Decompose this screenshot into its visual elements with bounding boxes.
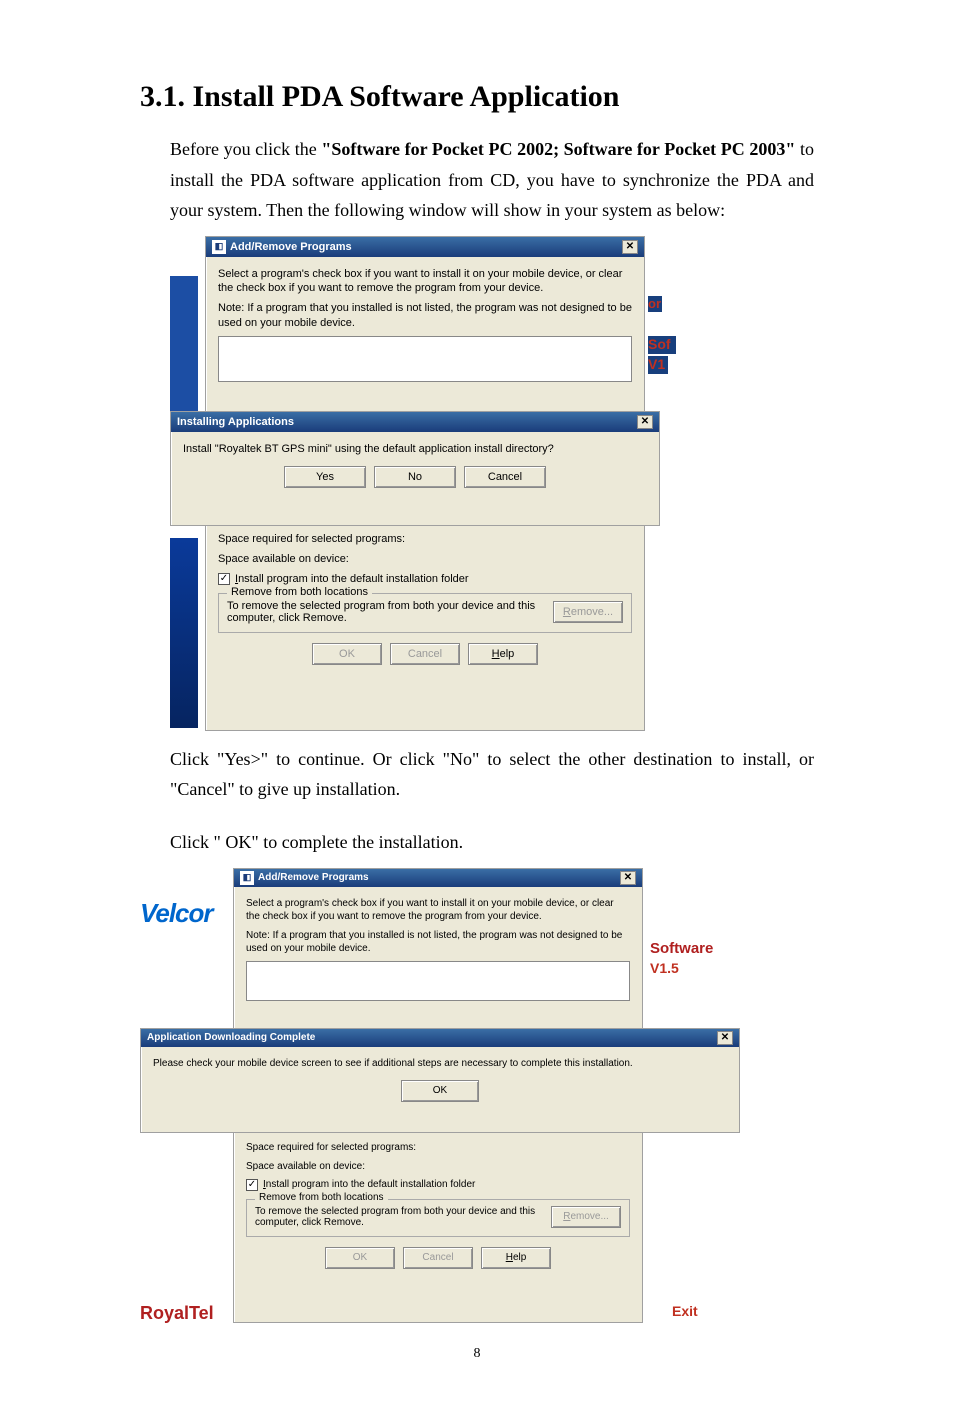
bg-software: Software xyxy=(650,940,713,957)
bg-v15: V1.5 xyxy=(650,960,679,976)
remove-text: To remove the selected program from both… xyxy=(255,1206,545,1228)
no-button[interactable]: No xyxy=(374,466,456,488)
cancel-button[interactable]: Cancel xyxy=(403,1247,473,1269)
desc2: Note: If a program that you installed is… xyxy=(246,929,630,955)
dialog-buttons: OK Cancel Help xyxy=(218,643,632,665)
titlebar: ◧ Add/Remove Programs ✕ xyxy=(234,869,642,887)
intro-bold: "Software for Pocket PC 2002; Software f… xyxy=(321,139,795,159)
desc1: Select a program's check box if you want… xyxy=(246,897,630,923)
page-number: 8 xyxy=(140,1346,814,1362)
royaltel-logo: RoyalTel xyxy=(140,1303,214,1324)
title-text: Add/Remove Programs xyxy=(258,872,369,883)
help-button[interactable]: Help xyxy=(468,643,538,665)
checkbox-icon[interactable]: ✓ xyxy=(218,573,230,585)
ok-button[interactable]: OK xyxy=(312,643,382,665)
yes-button[interactable]: Yes xyxy=(284,466,366,488)
help-button[interactable]: Help xyxy=(481,1247,551,1269)
close-icon[interactable]: ✕ xyxy=(620,871,636,885)
installing-dialog: Installing Applications ✕ Install "Royal… xyxy=(170,411,660,526)
titlebar: Installing Applications ✕ xyxy=(171,412,659,432)
remove-legend: Remove from both locations xyxy=(227,586,372,598)
install-default-label: Install program into the default install… xyxy=(235,573,469,585)
titlebar: Application Downloading Complete ✕ xyxy=(141,1029,739,1047)
close-icon[interactable]: ✕ xyxy=(637,415,653,429)
app-icon: ◧ xyxy=(240,871,254,885)
remove-text: To remove the selected program from both… xyxy=(227,600,547,624)
install-default-label: Install program into the default install… xyxy=(263,1179,475,1190)
figure-2: Velcor Software V1.5 RoyalTel Exit ◧ Add… xyxy=(140,868,814,1328)
bg-word-or: or xyxy=(648,296,662,312)
title-text: Installing Applications xyxy=(177,416,294,428)
cancel-button[interactable]: Cancel xyxy=(464,466,546,488)
space-avail: Space available on device: xyxy=(246,1160,630,1173)
install-question: Install "Royaltek BT GPS mini" using the… xyxy=(183,442,647,456)
dialog-buttons: OK Cancel Help xyxy=(246,1247,630,1269)
space-req: Space required for selected programs: xyxy=(246,1141,630,1154)
cancel-button[interactable]: Cancel xyxy=(390,643,460,665)
close-icon[interactable]: ✕ xyxy=(622,240,638,254)
app-icon: ◧ xyxy=(212,240,226,254)
remove-button[interactable]: Remove... xyxy=(553,601,623,623)
install-default-row[interactable]: ✓ Install program into the default insta… xyxy=(218,573,632,585)
section-heading: 3.1. Install PDA Software Application xyxy=(140,80,814,114)
space-req: Space required for selected programs: xyxy=(218,532,632,546)
program-listbox[interactable] xyxy=(218,336,632,382)
velcor-logo: Velcor xyxy=(140,898,213,929)
paragraph-3: Click " OK" to complete the installation… xyxy=(170,827,814,858)
intro-before: Before you click the xyxy=(170,139,321,159)
desc2: Note: If a program that you installed is… xyxy=(218,301,632,330)
program-listbox[interactable] xyxy=(246,961,630,1001)
complete-msg: Please check your mobile device screen t… xyxy=(153,1057,727,1070)
remove-group: Remove from both locations To remove the… xyxy=(218,593,632,633)
ok-button[interactable]: OK xyxy=(401,1080,479,1102)
paragraph-2: Click "Yes>" to continue. Or click "No" … xyxy=(170,744,814,805)
intro-paragraph: Before you click the "Software for Pocke… xyxy=(170,134,814,226)
title-text: Application Downloading Complete xyxy=(147,1032,315,1043)
bg-word-sof: Sof xyxy=(648,336,676,354)
remove-button[interactable]: Remove... xyxy=(551,1206,621,1228)
exit-label: Exit xyxy=(672,1303,698,1319)
close-icon[interactable]: ✕ xyxy=(717,1031,733,1045)
ok-button[interactable]: OK xyxy=(325,1247,395,1269)
bg-accent xyxy=(170,538,198,728)
figure-1: or Sof V1 ◧ Add/Remove Programs ✕ Select… xyxy=(170,236,814,736)
remove-group: Remove from both locations To remove the… xyxy=(246,1199,630,1237)
title-text: Add/Remove Programs xyxy=(230,241,352,253)
bg-word-v1: V1 xyxy=(648,356,668,374)
remove-legend: Remove from both locations xyxy=(255,1192,388,1203)
download-complete-dialog: Application Downloading Complete ✕ Pleas… xyxy=(140,1028,740,1133)
space-avail: Space available on device: xyxy=(218,552,632,566)
checkbox-icon[interactable]: ✓ xyxy=(246,1179,258,1191)
install-default-row[interactable]: ✓ Install program into the default insta… xyxy=(246,1179,630,1191)
titlebar: ◧ Add/Remove Programs ✕ xyxy=(206,237,644,257)
desc1: Select a program's check box if you want… xyxy=(218,267,632,296)
